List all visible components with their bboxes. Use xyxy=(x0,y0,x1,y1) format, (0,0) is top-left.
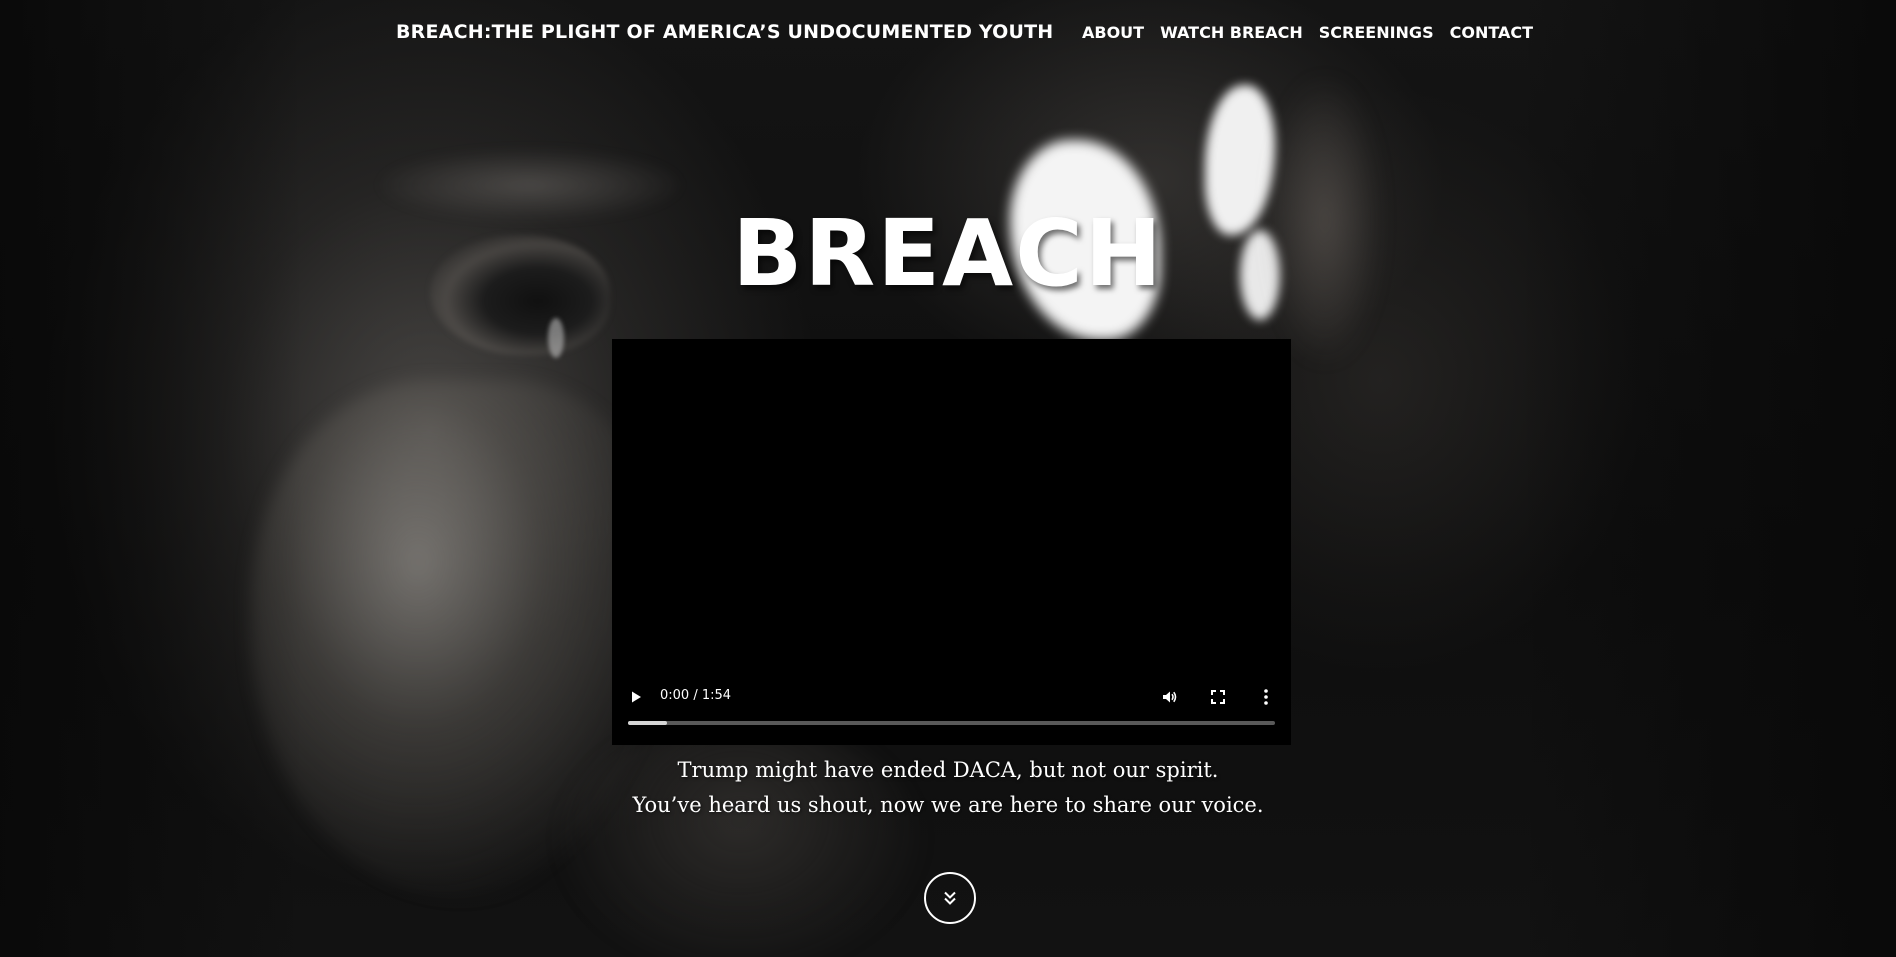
site-header: BREACH:THE PLIGHT OF AMERICA’S UNDOCUMEN… xyxy=(0,0,1896,68)
main-nav: ABOUT WATCH BREACH SCREENINGS CONTACT xyxy=(1082,23,1533,42)
scroll-down-button[interactable] xyxy=(924,872,976,924)
tagline-line-2: You’ve heard us shout, now we are here t… xyxy=(632,793,1264,817)
more-vertical-icon xyxy=(1264,689,1268,705)
volume-button[interactable] xyxy=(1156,683,1184,711)
time-display: 0:00 / 1:54 xyxy=(660,688,732,703)
progress-buffered xyxy=(628,721,667,725)
fullscreen-button[interactable] xyxy=(1204,683,1232,711)
page: BREACH:THE PLIGHT OF AMERICA’S UNDOCUMEN… xyxy=(0,0,1896,957)
volume-icon xyxy=(1163,691,1177,703)
nav-link-contact[interactable]: CONTACT xyxy=(1450,23,1533,42)
progress-bar[interactable] xyxy=(628,721,1275,725)
play-button[interactable] xyxy=(622,683,650,711)
play-icon xyxy=(632,691,641,703)
video-player[interactable]: 0:00 / 1:54 xyxy=(612,339,1291,745)
tagline: Trump might have ended DACA, but not our… xyxy=(0,753,1896,823)
video-controls: 0:00 / 1:54 xyxy=(612,675,1291,745)
nav-link-watch-breach[interactable]: WATCH BREACH xyxy=(1160,23,1303,42)
tagline-line-1: Trump might have ended DACA, but not our… xyxy=(677,758,1219,782)
more-options-button[interactable] xyxy=(1252,683,1280,711)
nav-link-about[interactable]: ABOUT xyxy=(1082,23,1144,42)
fullscreen-icon xyxy=(1211,690,1225,704)
site-title-link[interactable]: BREACH:THE PLIGHT OF AMERICA’S UNDOCUMEN… xyxy=(396,21,1053,43)
double-chevron-down-icon xyxy=(944,891,956,905)
nav-link-screenings[interactable]: SCREENINGS xyxy=(1319,23,1434,42)
hero-title: BREACH xyxy=(732,200,1164,307)
